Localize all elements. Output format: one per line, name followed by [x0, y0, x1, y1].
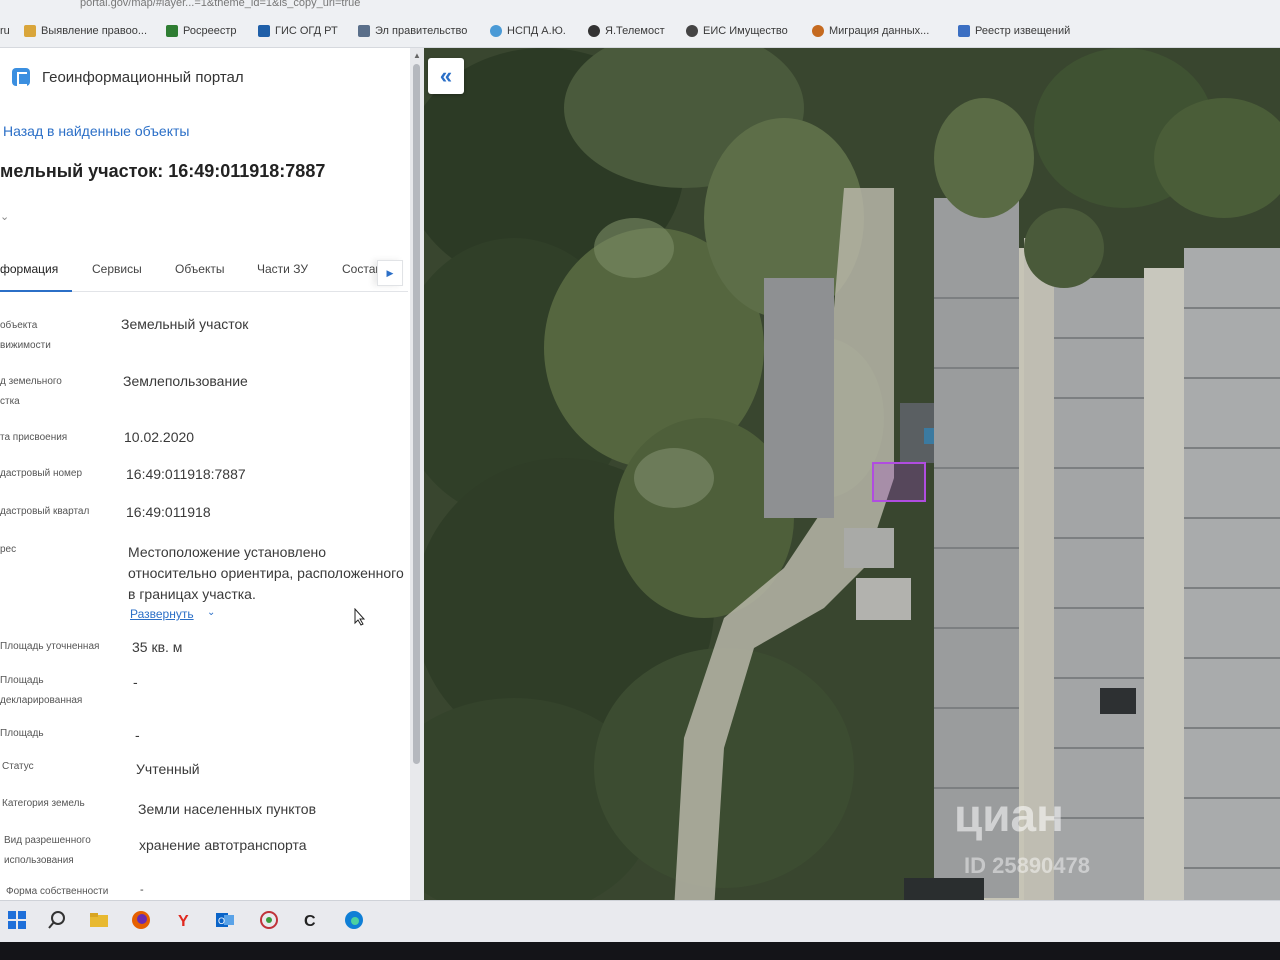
prop-label-area-declared: Площадь декларированная	[0, 675, 83, 706]
prop-label-object-type: объекта вижимости	[0, 320, 51, 351]
prop-value-cadastral-number: 16:49:011918:7887	[126, 466, 246, 482]
svg-text:O: O	[218, 916, 225, 926]
chevron-down-icon[interactable]: ⌄	[207, 607, 215, 618]
bookmark-label: Реестр извещений	[975, 25, 1071, 37]
prop-value-area-refined: 35 кв. м	[132, 639, 183, 655]
portal-logo-icon	[12, 68, 30, 86]
satellite-map[interactable]: « циан ID 25890478	[424, 48, 1280, 910]
info-panel: Геоинформационный портал Назад в найденн…	[0, 48, 412, 910]
bookmark-label: НСПД А.Ю.	[507, 25, 566, 37]
prop-label-cadastral-number: дастровый номер	[0, 468, 83, 479]
bookmark-label: Я.Телемост	[605, 25, 665, 37]
app-icon[interactable]	[258, 909, 280, 931]
c-app-icon[interactable]: C	[300, 909, 322, 931]
prop-label-permitted-use: Вид разрешенного использования	[4, 835, 91, 866]
portal-title: Геоинформационный портал	[42, 68, 244, 86]
scroll-up-icon[interactable]: ▲	[413, 51, 421, 60]
svg-text:C: C	[304, 913, 316, 930]
land-parcel-outline[interactable]	[872, 462, 926, 502]
bookmark-item[interactable]: Реестр извещений	[958, 22, 1070, 40]
watermark: циан	[954, 789, 1064, 841]
bookmark-item[interactable]: ГИС ОГД РТ	[258, 22, 338, 40]
scroll-thumb[interactable]	[413, 64, 420, 764]
file-explorer-icon[interactable]	[88, 909, 110, 931]
mouse-cursor-icon	[354, 608, 366, 626]
prop-value-address: Местоположение установлено относительно …	[128, 544, 404, 602]
globe-icon	[490, 25, 502, 37]
prop-value-land-category: Земли населенных пунктов	[138, 801, 317, 817]
satellite-imagery	[424, 48, 1280, 910]
edge-icon[interactable]	[343, 909, 365, 931]
collapse-panel-button[interactable]: «	[428, 58, 464, 94]
prop-label-area: Площадь	[0, 728, 44, 739]
prop-label-land-category: Категория земель	[2, 798, 85, 809]
bookmark-ru[interactable]: ru	[0, 22, 10, 40]
prop-label-cadastral-quarter: дастровый квартал	[0, 506, 90, 517]
back-to-results-link[interactable]: Назад в найденные объекты	[3, 123, 189, 139]
scales-icon	[24, 25, 36, 37]
tab-parts[interactable]: Части ЗУ	[257, 262, 308, 276]
prop-value-object-type: Земельный участок	[121, 316, 249, 332]
building-icon	[258, 25, 270, 37]
bookmark-label: ГИС ОГД РТ	[275, 25, 338, 37]
bookmark-label: Эл правительство	[375, 25, 468, 37]
portal-header: Геоинформационный портал	[12, 68, 244, 86]
bookmark-label: Росреестр	[183, 25, 237, 37]
tabs-scroll-right-icon[interactable]: ▶	[377, 260, 403, 286]
prop-label-area-refined: Площадь уточненная	[0, 641, 100, 652]
bookmark-label: ЕИС Имущество	[703, 25, 788, 37]
prop-value-permitted-use: хранение автотранспорта	[139, 837, 307, 853]
tab-objects[interactable]: Объекты	[175, 262, 225, 276]
gear-icon	[812, 25, 824, 37]
title-caret-icon: ⌄	[0, 211, 10, 223]
bookmark-label: Миграция данных...	[829, 25, 930, 37]
rosreestr-icon	[166, 25, 178, 37]
bookmark-item[interactable]: НСПД А.Ю.	[490, 22, 566, 40]
prop-value-cadastral-quarter: 16:49:011918	[126, 504, 211, 520]
bookmark-item[interactable]: Выявление правоо...	[24, 22, 147, 40]
active-tab-indicator	[0, 290, 72, 292]
tab-composition[interactable]: Состав	[342, 262, 382, 276]
bookmark-label: Выявление правоо...	[41, 25, 148, 37]
prop-value-land-type: Землепользование	[123, 373, 248, 389]
tab-services[interactable]: Сервисы	[92, 262, 142, 276]
svg-text:Y: Y	[178, 913, 189, 930]
document-icon	[358, 25, 370, 37]
expand-address-link[interactable]: Развернуть	[130, 607, 194, 621]
object-title: мельный участок: 16:49:011918:7887	[0, 161, 326, 181]
prop-value-area: -	[135, 727, 140, 743]
yandex-browser-icon[interactable]: Y	[172, 909, 194, 931]
search-icon[interactable]	[46, 909, 68, 931]
shield-icon	[958, 25, 970, 37]
bookmark-item[interactable]: ЕИС Имущество	[686, 22, 788, 40]
watermark-id: ID 25890478	[964, 853, 1090, 878]
firefox-icon[interactable]	[130, 909, 152, 931]
prop-label-ownership-form: Форма собственности	[6, 886, 109, 897]
outlook-icon[interactable]: O	[214, 909, 236, 931]
tab-information[interactable]: формация	[0, 262, 58, 276]
windows-start-icon[interactable]	[6, 909, 28, 931]
bookmark-item[interactable]: Эл правительство	[358, 22, 467, 40]
taskbar: Y O C	[0, 900, 1280, 942]
bookmark-item[interactable]: Я.Телемост	[588, 22, 665, 40]
tabs-bar: формация Сервисы Объекты Части ЗУ Состав…	[0, 250, 408, 292]
bookmark-item[interactable]: Миграция данных...	[812, 22, 929, 40]
prop-label-land-type: д земельного стка	[0, 376, 62, 407]
prop-label-status: Статус	[2, 761, 34, 772]
bookmarks-bar: portal.gov/map/#layer...=1&theme_id=1&is…	[0, 0, 1280, 48]
prop-label-address: рес	[0, 544, 17, 555]
prop-value-assignment-date: 10.02.2020	[124, 429, 195, 445]
panel-scrollbar[interactable]: ▲ ▼	[410, 48, 424, 910]
prop-value-status: Учтенный	[136, 761, 200, 777]
monitor-bezel	[0, 942, 1280, 960]
url-fragment: portal.gov/map/#layer...=1&theme_id=1&is…	[80, 0, 361, 9]
prop-value-ownership-form: -	[140, 884, 144, 896]
bookmark-item[interactable]: Росреестр	[166, 22, 236, 40]
prop-value-area-declared: -	[133, 674, 138, 690]
globe-icon	[686, 25, 698, 37]
camera-icon	[588, 25, 600, 37]
prop-label-assignment-date: та присвоения	[0, 432, 68, 443]
bookmark-label: ru	[0, 25, 10, 37]
